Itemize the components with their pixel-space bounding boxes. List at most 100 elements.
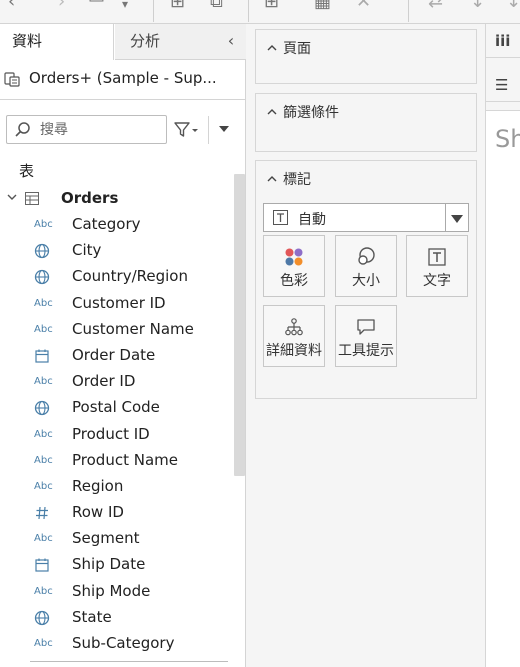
globe-icon bbox=[34, 610, 50, 625]
table-icon bbox=[25, 192, 39, 205]
marks-label: 標記 bbox=[283, 172, 311, 188]
chevron-up-icon[interactable] bbox=[267, 175, 277, 182]
mark-type-value: 自動 bbox=[298, 212, 326, 228]
save-dropdown-icon[interactable]: ▾ bbox=[122, 0, 128, 14]
string-type-icon: Abc bbox=[34, 323, 53, 335]
field-item[interactable]: Abc Sub-Category bbox=[0, 631, 234, 657]
field-item[interactable]: Postal Code bbox=[0, 395, 234, 421]
text-button[interactable]: 文字 bbox=[406, 235, 468, 297]
field-item[interactable]: Abc Order ID bbox=[0, 369, 234, 395]
scrollbar-thumb[interactable] bbox=[234, 174, 245, 476]
sort-ascending-icon[interactable]: ↕ bbox=[470, 0, 485, 12]
sort-descending-icon[interactable]: ↕ bbox=[506, 0, 520, 12]
field-item[interactable]: Order Date bbox=[0, 343, 234, 369]
tables-heading: 表 bbox=[19, 162, 35, 180]
search-row bbox=[0, 100, 246, 160]
detail-icon bbox=[285, 318, 303, 336]
search-input[interactable] bbox=[40, 120, 162, 140]
field-type-icon bbox=[34, 243, 52, 259]
rows-shelf[interactable]: ☰ bbox=[486, 68, 520, 102]
globe-icon bbox=[34, 270, 50, 285]
field-type-icon: Abc bbox=[34, 296, 53, 312]
detail-button[interactable]: 詳細資料 bbox=[263, 305, 325, 367]
clear-icon[interactable]: ✕ bbox=[356, 0, 371, 12]
chevron-up-icon[interactable] bbox=[267, 108, 277, 115]
field-item[interactable]: Abc Ship Mode bbox=[0, 579, 234, 605]
cards-column: 頁面 篩選條件 標記 自動 色彩 大小 文字 詳細資料 工具提示 bbox=[247, 24, 484, 667]
calendar-icon bbox=[35, 558, 49, 573]
filters-card[interactable]: 篩選條件 bbox=[255, 93, 477, 152]
field-item[interactable]: State bbox=[0, 605, 234, 631]
text-icon bbox=[273, 210, 288, 225]
field-type-icon: Abc bbox=[34, 217, 53, 233]
field-name: Order Date bbox=[72, 345, 156, 364]
table-orders[interactable]: Orders bbox=[0, 188, 230, 210]
field-item[interactable]: Country/Region bbox=[0, 264, 234, 290]
field-name: Customer ID bbox=[72, 293, 166, 312]
marks-card: 標記 自動 色彩 大小 文字 詳細資料 工具提示 bbox=[255, 160, 477, 399]
new-worksheet-icon[interactable]: ⊞ bbox=[170, 0, 185, 12]
swap-rows-columns-icon[interactable]: ⇄ bbox=[428, 0, 443, 12]
datasource-name: Orders+ (Sample - Sup... bbox=[29, 69, 217, 87]
dropdown-caret-icon[interactable] bbox=[451, 215, 463, 223]
pane-menu-caret-icon[interactable] bbox=[219, 126, 229, 132]
text-icon bbox=[428, 248, 446, 266]
tooltip-button[interactable]: 工具提示 bbox=[335, 305, 397, 367]
field-item[interactable]: Abc Region bbox=[0, 474, 234, 500]
string-type-icon: Abc bbox=[34, 219, 53, 230]
field-name: Country/Region bbox=[72, 267, 188, 286]
field-item[interactable]: Abc Customer Name bbox=[0, 317, 234, 343]
filter-icon[interactable] bbox=[173, 119, 201, 141]
color-dots-icon bbox=[285, 248, 303, 266]
datasource-row[interactable]: Orders+ (Sample - Sup... bbox=[0, 60, 246, 100]
rows-icon: ☰ bbox=[495, 76, 509, 94]
field-type-icon: Abc bbox=[34, 322, 53, 338]
datasource-icon bbox=[4, 72, 20, 87]
mark-type-dropdown[interactable]: 自動 bbox=[263, 203, 469, 232]
string-type-icon: Abc bbox=[34, 533, 53, 545]
pages-card[interactable]: 頁面 bbox=[255, 29, 477, 84]
string-type-icon: Abc bbox=[34, 480, 53, 492]
field-name: Segment bbox=[72, 529, 140, 548]
field-type-icon bbox=[34, 610, 52, 626]
save-icon[interactable]: ▭ bbox=[88, 0, 105, 8]
field-name: Order ID bbox=[72, 372, 136, 391]
chevron-up-icon[interactable] bbox=[267, 44, 277, 51]
field-type-icon: Abc bbox=[34, 453, 53, 469]
field-item[interactable]: Abc Product ID bbox=[0, 422, 234, 448]
field-type-icon bbox=[34, 505, 52, 521]
field-item[interactable]: Abc Customer ID bbox=[0, 291, 234, 317]
scrollbar[interactable] bbox=[234, 174, 245, 654]
field-type-icon bbox=[34, 348, 52, 364]
field-item[interactable]: Row ID bbox=[0, 500, 234, 526]
string-type-icon: Abc bbox=[34, 376, 53, 388]
pages-label: 頁面 bbox=[283, 41, 311, 57]
field-item[interactable]: City bbox=[0, 238, 234, 264]
shelves-column: iii ☰ Sh bbox=[485, 24, 520, 667]
tab-data[interactable]: 資料 bbox=[0, 24, 114, 60]
back-arrow-icon[interactable]: ‹ bbox=[8, 0, 15, 12]
field-item[interactable]: Abc Category bbox=[0, 212, 234, 238]
field-type-icon bbox=[34, 400, 52, 416]
calendar-icon bbox=[35, 349, 49, 363]
field-item[interactable]: Abc Product Name bbox=[0, 448, 234, 474]
size-icon bbox=[358, 247, 375, 265]
size-button[interactable]: 大小 bbox=[335, 235, 397, 297]
search-icon bbox=[15, 122, 30, 137]
new-data-source-icon[interactable]: ⊞ bbox=[264, 0, 279, 12]
field-item[interactable]: Abc Segment bbox=[0, 526, 234, 552]
field-name: Product Name bbox=[72, 450, 178, 469]
sheet-view[interactable]: Sh bbox=[486, 110, 520, 667]
field-type-icon: Abc bbox=[34, 584, 53, 600]
sheet-title[interactable]: Sh bbox=[495, 125, 520, 153]
columns-shelf[interactable]: iii bbox=[486, 24, 520, 58]
string-type-icon: Abc bbox=[34, 454, 53, 466]
duplicate-icon[interactable]: ⧉ bbox=[210, 0, 223, 12]
color-button[interactable]: 色彩 bbox=[263, 235, 325, 297]
field-list: Abc Category City Country/Region Abc Customer… bbox=[0, 212, 234, 657]
field-item[interactable]: Ship Date bbox=[0, 552, 234, 578]
forward-arrow-icon[interactable]: › bbox=[58, 0, 65, 12]
chevron-down-icon[interactable] bbox=[7, 192, 17, 202]
chevron-left-icon[interactable]: ‹ bbox=[220, 24, 242, 60]
clear-sheet-icon[interactable]: ▦ bbox=[314, 0, 331, 12]
